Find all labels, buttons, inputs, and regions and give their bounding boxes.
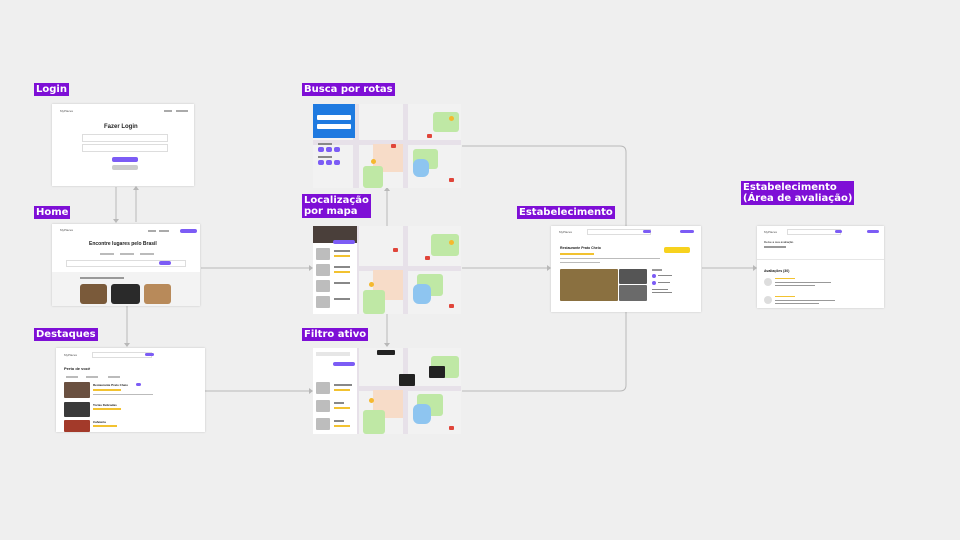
signup-button[interactable] — [112, 165, 138, 170]
home-headline: Encontre lugares pelo Brasil — [89, 241, 157, 247]
search-input[interactable] — [92, 352, 152, 358]
estabelecimento-frame[interactable]: MyPlaces Restaurante Prato Cheio — [551, 226, 701, 312]
logo: MyPlaces — [60, 228, 74, 232]
list-item-name: Tortas Delicadas — [93, 403, 117, 407]
place-card-image[interactable] — [144, 284, 171, 304]
search-button[interactable] — [145, 353, 154, 356]
label-destaques: Destaques — [34, 328, 98, 341]
rate-button[interactable] — [664, 247, 690, 253]
login-frame[interactable]: MyPlaces Fazer Login — [52, 104, 194, 186]
list-item-name: Cafeteria — [93, 420, 106, 424]
search-button[interactable] — [835, 230, 842, 233]
label-localizacao-por-mapa: Localização por mapa — [302, 194, 371, 218]
home-frame[interactable]: MyPlaces Encontre lugares pelo Brasil — [52, 224, 200, 306]
list-item-image[interactable] — [64, 382, 90, 398]
logo: MyPlaces — [764, 230, 778, 234]
login-title: Fazer Login — [104, 124, 138, 130]
label-home: Home — [34, 206, 71, 219]
avaliacao-frame[interactable]: MyPlaces Deixe a sua avaliação Avaliaçõe… — [757, 226, 884, 308]
list-item-image[interactable] — [64, 420, 90, 432]
label-busca-por-rotas: Busca por rotas — [302, 83, 395, 96]
localizacao-por-mapa-frame[interactable] — [313, 226, 461, 314]
gallery-main-image[interactable] — [560, 269, 618, 301]
review-prompt: Deixe a sua avaliação — [764, 240, 794, 244]
origin-input[interactable] — [317, 115, 351, 120]
search-input[interactable] — [587, 229, 651, 235]
label-login: Login — [34, 83, 69, 96]
place-card-image[interactable] — [111, 284, 140, 304]
reviews-title: Avaliações (30) — [764, 269, 790, 273]
nav-button[interactable] — [180, 229, 197, 233]
login-button[interactable] — [112, 157, 138, 162]
star-rating-input[interactable] — [764, 246, 786, 248]
label-filtro-ativo: Filtro ativo — [302, 328, 369, 341]
search-button[interactable] — [643, 230, 651, 233]
list-item-image[interactable] — [64, 402, 90, 417]
search-button[interactable] — [159, 261, 171, 265]
destination-input[interactable] — [317, 124, 351, 129]
destaques-frame[interactable]: MyPlaces Perto de você Restaurante Prato… — [56, 348, 205, 432]
logo: MyPlaces — [60, 109, 74, 113]
busca-por-rotas-frame[interactable] — [313, 104, 461, 188]
route-panel — [313, 104, 355, 138]
password-input[interactable] — [82, 144, 168, 152]
connector-filtro-estab — [462, 312, 627, 392]
search-input[interactable] — [787, 229, 841, 235]
logo: MyPlaces — [64, 353, 78, 357]
avatar — [764, 278, 772, 286]
label-estabelecimento: Estabelecimento — [517, 206, 615, 219]
place-name: Restaurante Prato Cheio — [560, 246, 601, 250]
gallery-image[interactable] — [619, 285, 647, 301]
filtro-ativo-frame[interactable] — [313, 348, 461, 434]
gallery-image[interactable] — [619, 269, 647, 284]
section-title: Perto de você — [64, 366, 91, 371]
place-card-image[interactable] — [80, 284, 107, 304]
logo: MyPlaces — [559, 230, 573, 234]
list-item-name: Restaurante Prato Cheio — [93, 383, 129, 387]
avatar — [764, 296, 772, 304]
label-estabelecimento-avaliacao: Estabelecimento (Área de avaliação) — [741, 181, 855, 205]
email-input[interactable] — [82, 134, 168, 142]
